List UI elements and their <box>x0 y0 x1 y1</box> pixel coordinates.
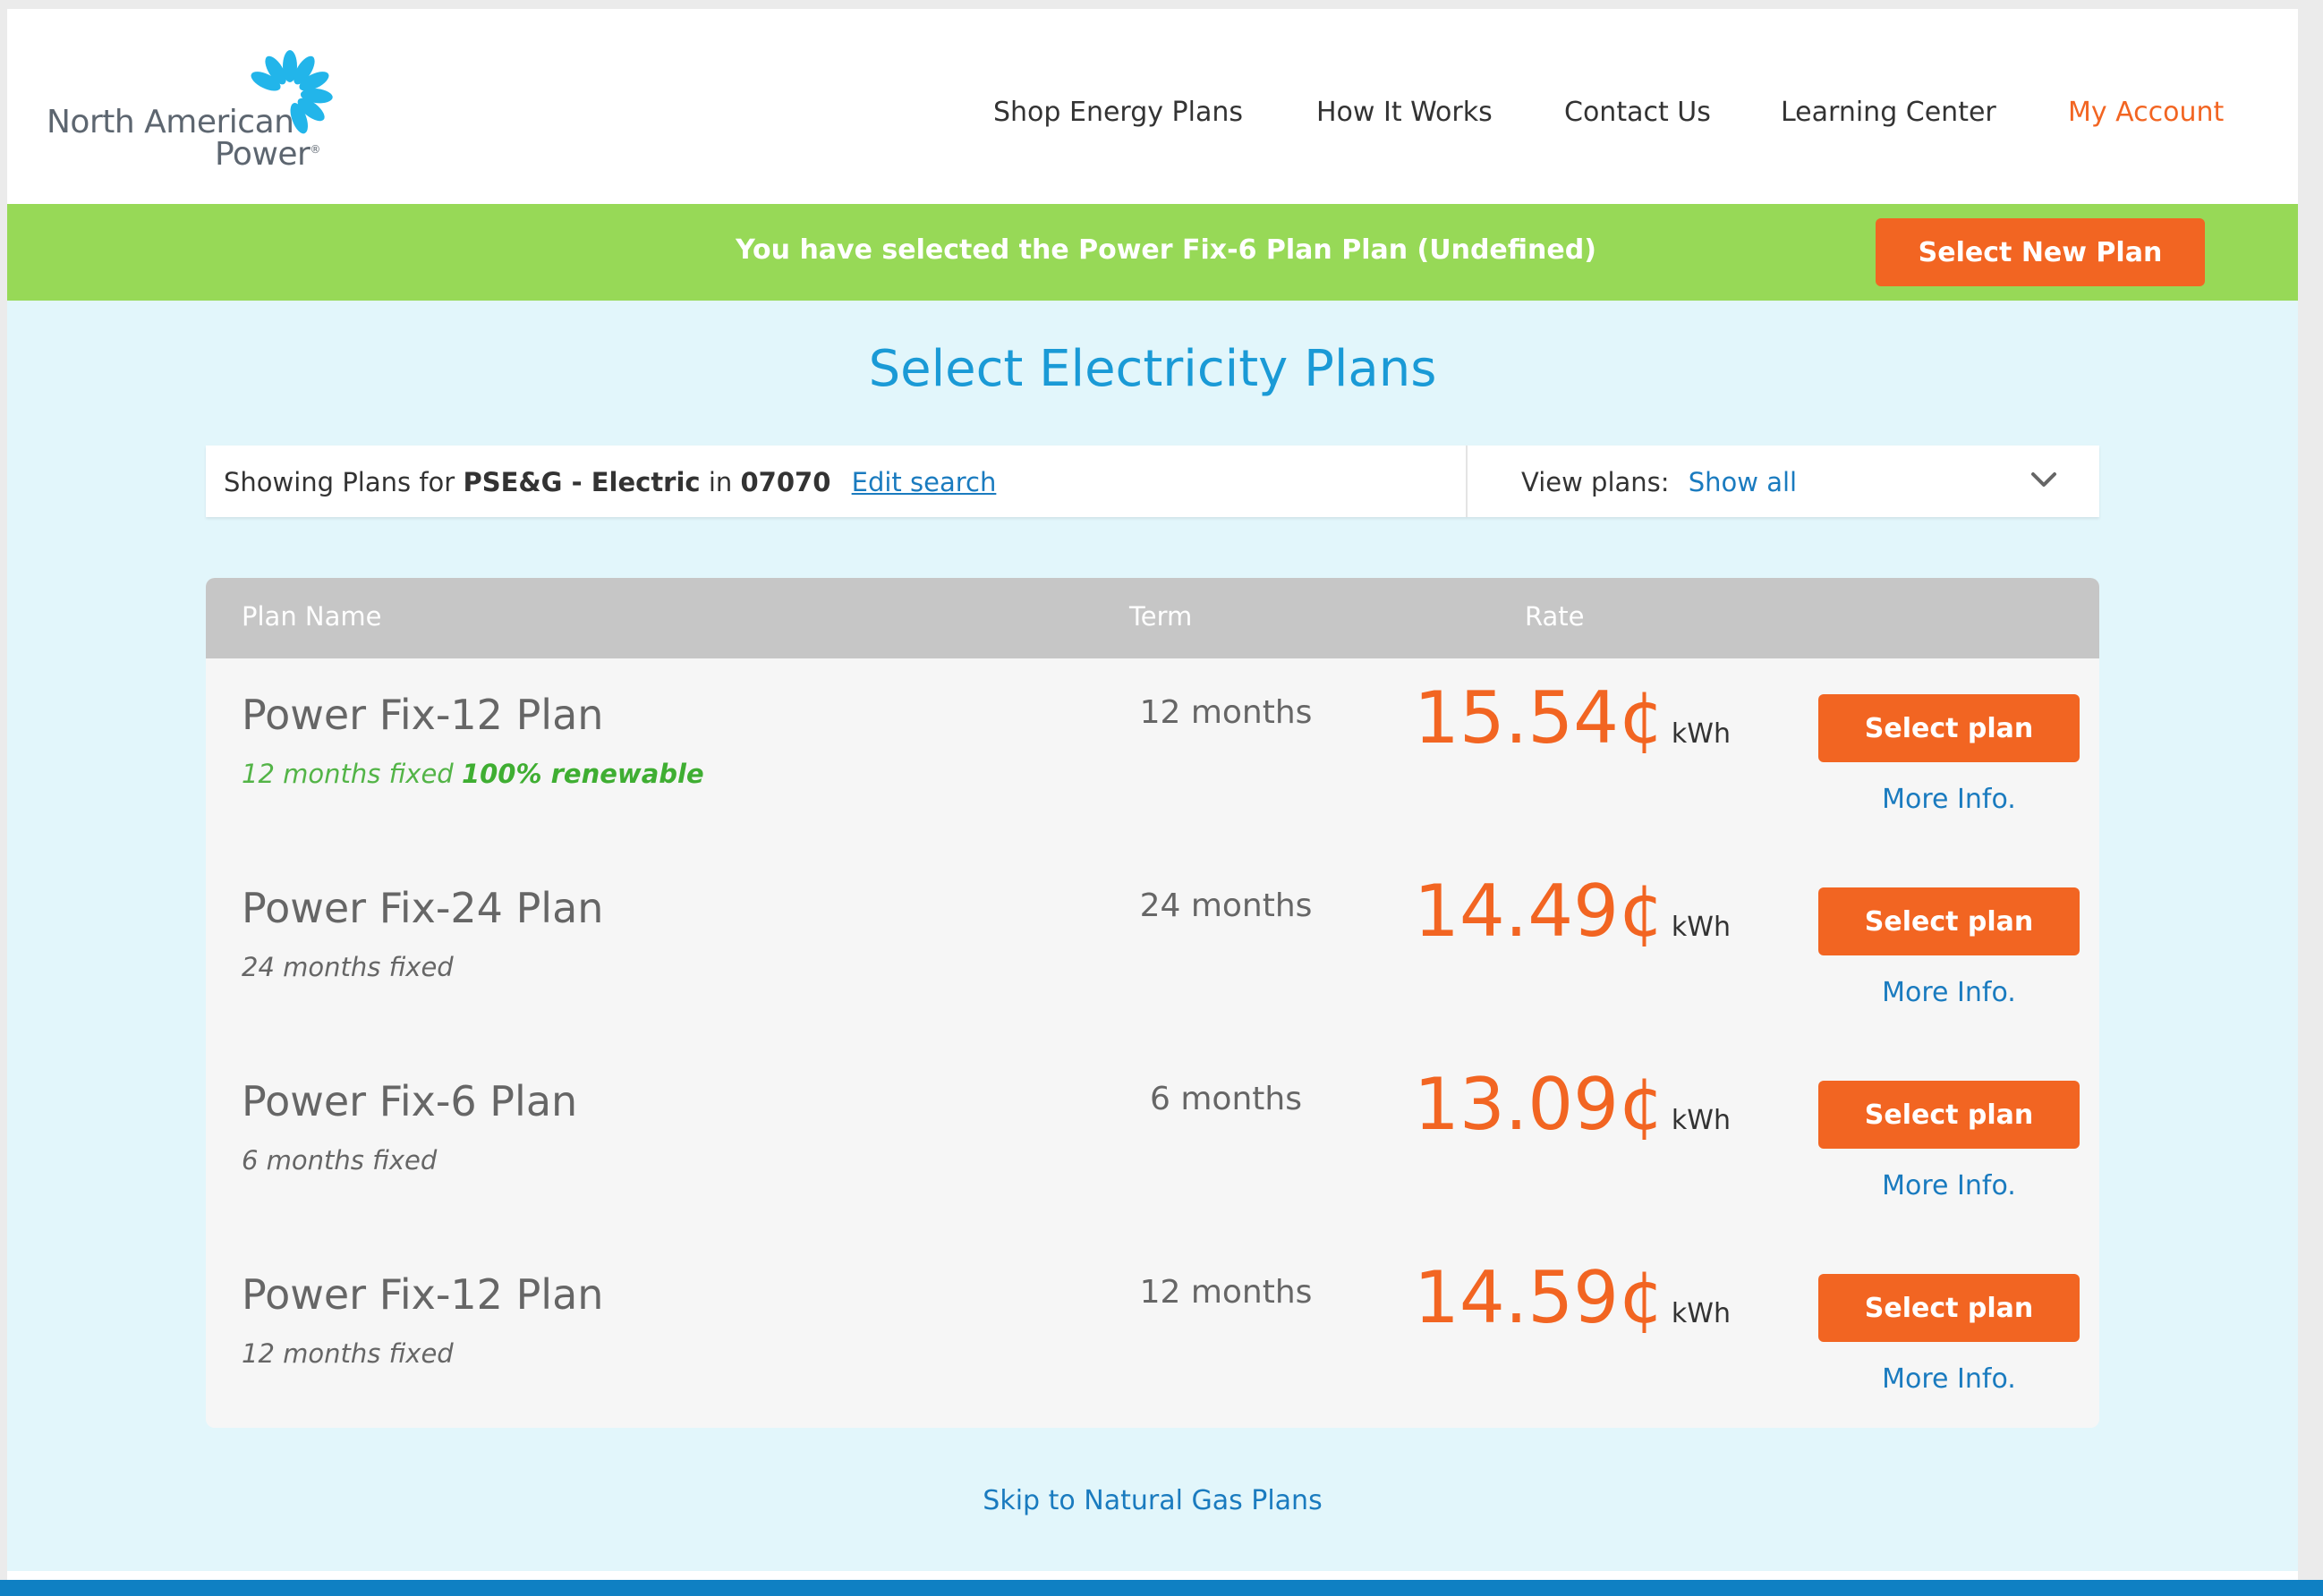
main-nav: Shop Energy Plans How It Works Contact U… <box>7 97 2298 141</box>
page-title: Select Electricity Plans <box>868 340 1437 398</box>
more-info-link[interactable]: More Info. <box>1818 1170 2080 1201</box>
view-plans-select[interactable]: View plans: Show all <box>1521 467 1797 497</box>
plan-rate: 13.09¢ kWh <box>1414 1063 1731 1146</box>
search-summary-bar: Showing Plans for PSE&G - Electric in 07… <box>206 446 2099 517</box>
more-info-link[interactable]: More Info. <box>1818 784 2080 815</box>
search-utility: PSE&G - Electric <box>463 467 701 497</box>
plan-term: 6 months <box>1150 1081 1302 1117</box>
plan-name: Power Fix-24 Plan <box>242 884 604 932</box>
nav-my-account[interactable]: My Account <box>2068 97 2224 128</box>
view-plans-label: View plans: <box>1521 467 1670 497</box>
rate-value: 14.49¢ <box>1414 870 1664 953</box>
plan-term: 12 months <box>1139 1274 1313 1311</box>
table-row: Power Fix-6 Plan 6 months fixed 6 months… <box>206 1045 2099 1240</box>
select-plan-button[interactable]: Select plan <box>1818 694 2080 762</box>
rate-unit: kWh <box>1671 718 1731 750</box>
renewable-tag: 100% renewable <box>461 759 704 789</box>
more-info-link[interactable]: More Info. <box>1818 977 2080 1008</box>
table-row: Power Fix-12 Plan 12 months fixed 12 mon… <box>206 1238 2099 1428</box>
plan-name: Power Fix-6 Plan <box>242 1077 578 1125</box>
nav-shop-energy-plans[interactable]: Shop Energy Plans <box>993 97 1243 128</box>
plan-rate: 14.59¢ kWh <box>1414 1256 1731 1339</box>
plan-description: 6 months fixed <box>242 1145 438 1176</box>
plan-name: Power Fix-12 Plan <box>242 1270 604 1319</box>
divider <box>1466 446 1468 517</box>
site-header: North American Power® Shop Energy Plans … <box>7 9 2298 204</box>
plan-description: 12 months fixed <box>242 1338 454 1369</box>
header-plan-name: Plan Name <box>242 601 382 632</box>
plan-term: 24 months <box>1139 887 1313 924</box>
view-plans-value: Show all <box>1688 467 1798 497</box>
search-summary: Showing Plans for PSE&G - Electric in 07… <box>224 467 996 497</box>
header-term: Term <box>1129 601 1193 632</box>
select-new-plan-button[interactable]: Select New Plan <box>1876 218 2205 286</box>
nav-contact-us[interactable]: Contact Us <box>1564 97 1711 128</box>
plan-rate: 15.54¢ kWh <box>1414 676 1731 760</box>
table-row: Power Fix-24 Plan 24 months fixed 24 mon… <box>206 852 2099 1047</box>
select-plan-button[interactable]: Select plan <box>1818 887 2080 955</box>
plan-term: 12 months <box>1139 694 1313 731</box>
rate-unit: kWh <box>1671 912 1731 943</box>
table-header: Plan Name Term Rate <box>206 578 2099 658</box>
footer-bar <box>0 1580 2323 1596</box>
plan-description: 12 months fixed 100% renewable <box>242 759 704 789</box>
plan-description: 24 months fixed <box>242 952 454 982</box>
chevron-down-icon[interactable] <box>2026 462 2062 497</box>
nav-learning-center[interactable]: Learning Center <box>1781 97 1996 128</box>
rate-unit: kWh <box>1671 1298 1731 1329</box>
plans-table: Plan Name Term Rate Power Fix-12 Plan 12… <box>206 578 2099 1428</box>
table-row: Power Fix-12 Plan 12 months fixed 100% r… <box>206 658 2099 853</box>
rate-value: 13.09¢ <box>1414 1063 1664 1146</box>
rate-unit: kWh <box>1671 1105 1731 1136</box>
nav-how-it-works[interactable]: How It Works <box>1316 97 1493 128</box>
search-in-word: in <box>708 467 733 497</box>
search-zip: 07070 <box>740 467 831 497</box>
plans-section: Select Electricity Plans Showing Plans f… <box>7 301 2298 1571</box>
rate-value: 14.59¢ <box>1414 1256 1664 1339</box>
plan-rate: 14.49¢ kWh <box>1414 870 1731 953</box>
rate-value: 15.54¢ <box>1414 676 1664 760</box>
select-plan-button[interactable]: Select plan <box>1818 1274 2080 1342</box>
selected-plan-banner: You have selected the Power Fix-6 Plan P… <box>7 204 2298 301</box>
more-info-link[interactable]: More Info. <box>1818 1363 2080 1395</box>
search-prefix: Showing Plans for <box>224 467 455 497</box>
edit-search-link[interactable]: Edit search <box>852 467 997 497</box>
header-rate: Rate <box>1525 601 1585 632</box>
plan-name: Power Fix-12 Plan <box>242 691 604 739</box>
select-plan-button[interactable]: Select plan <box>1818 1081 2080 1149</box>
skip-to-gas-plans-link[interactable]: Skip to Natural Gas Plans <box>7 1485 2298 1516</box>
page-frame: North American Power® Shop Energy Plans … <box>7 9 2298 1596</box>
logo-text-line2: Power® <box>215 136 320 173</box>
